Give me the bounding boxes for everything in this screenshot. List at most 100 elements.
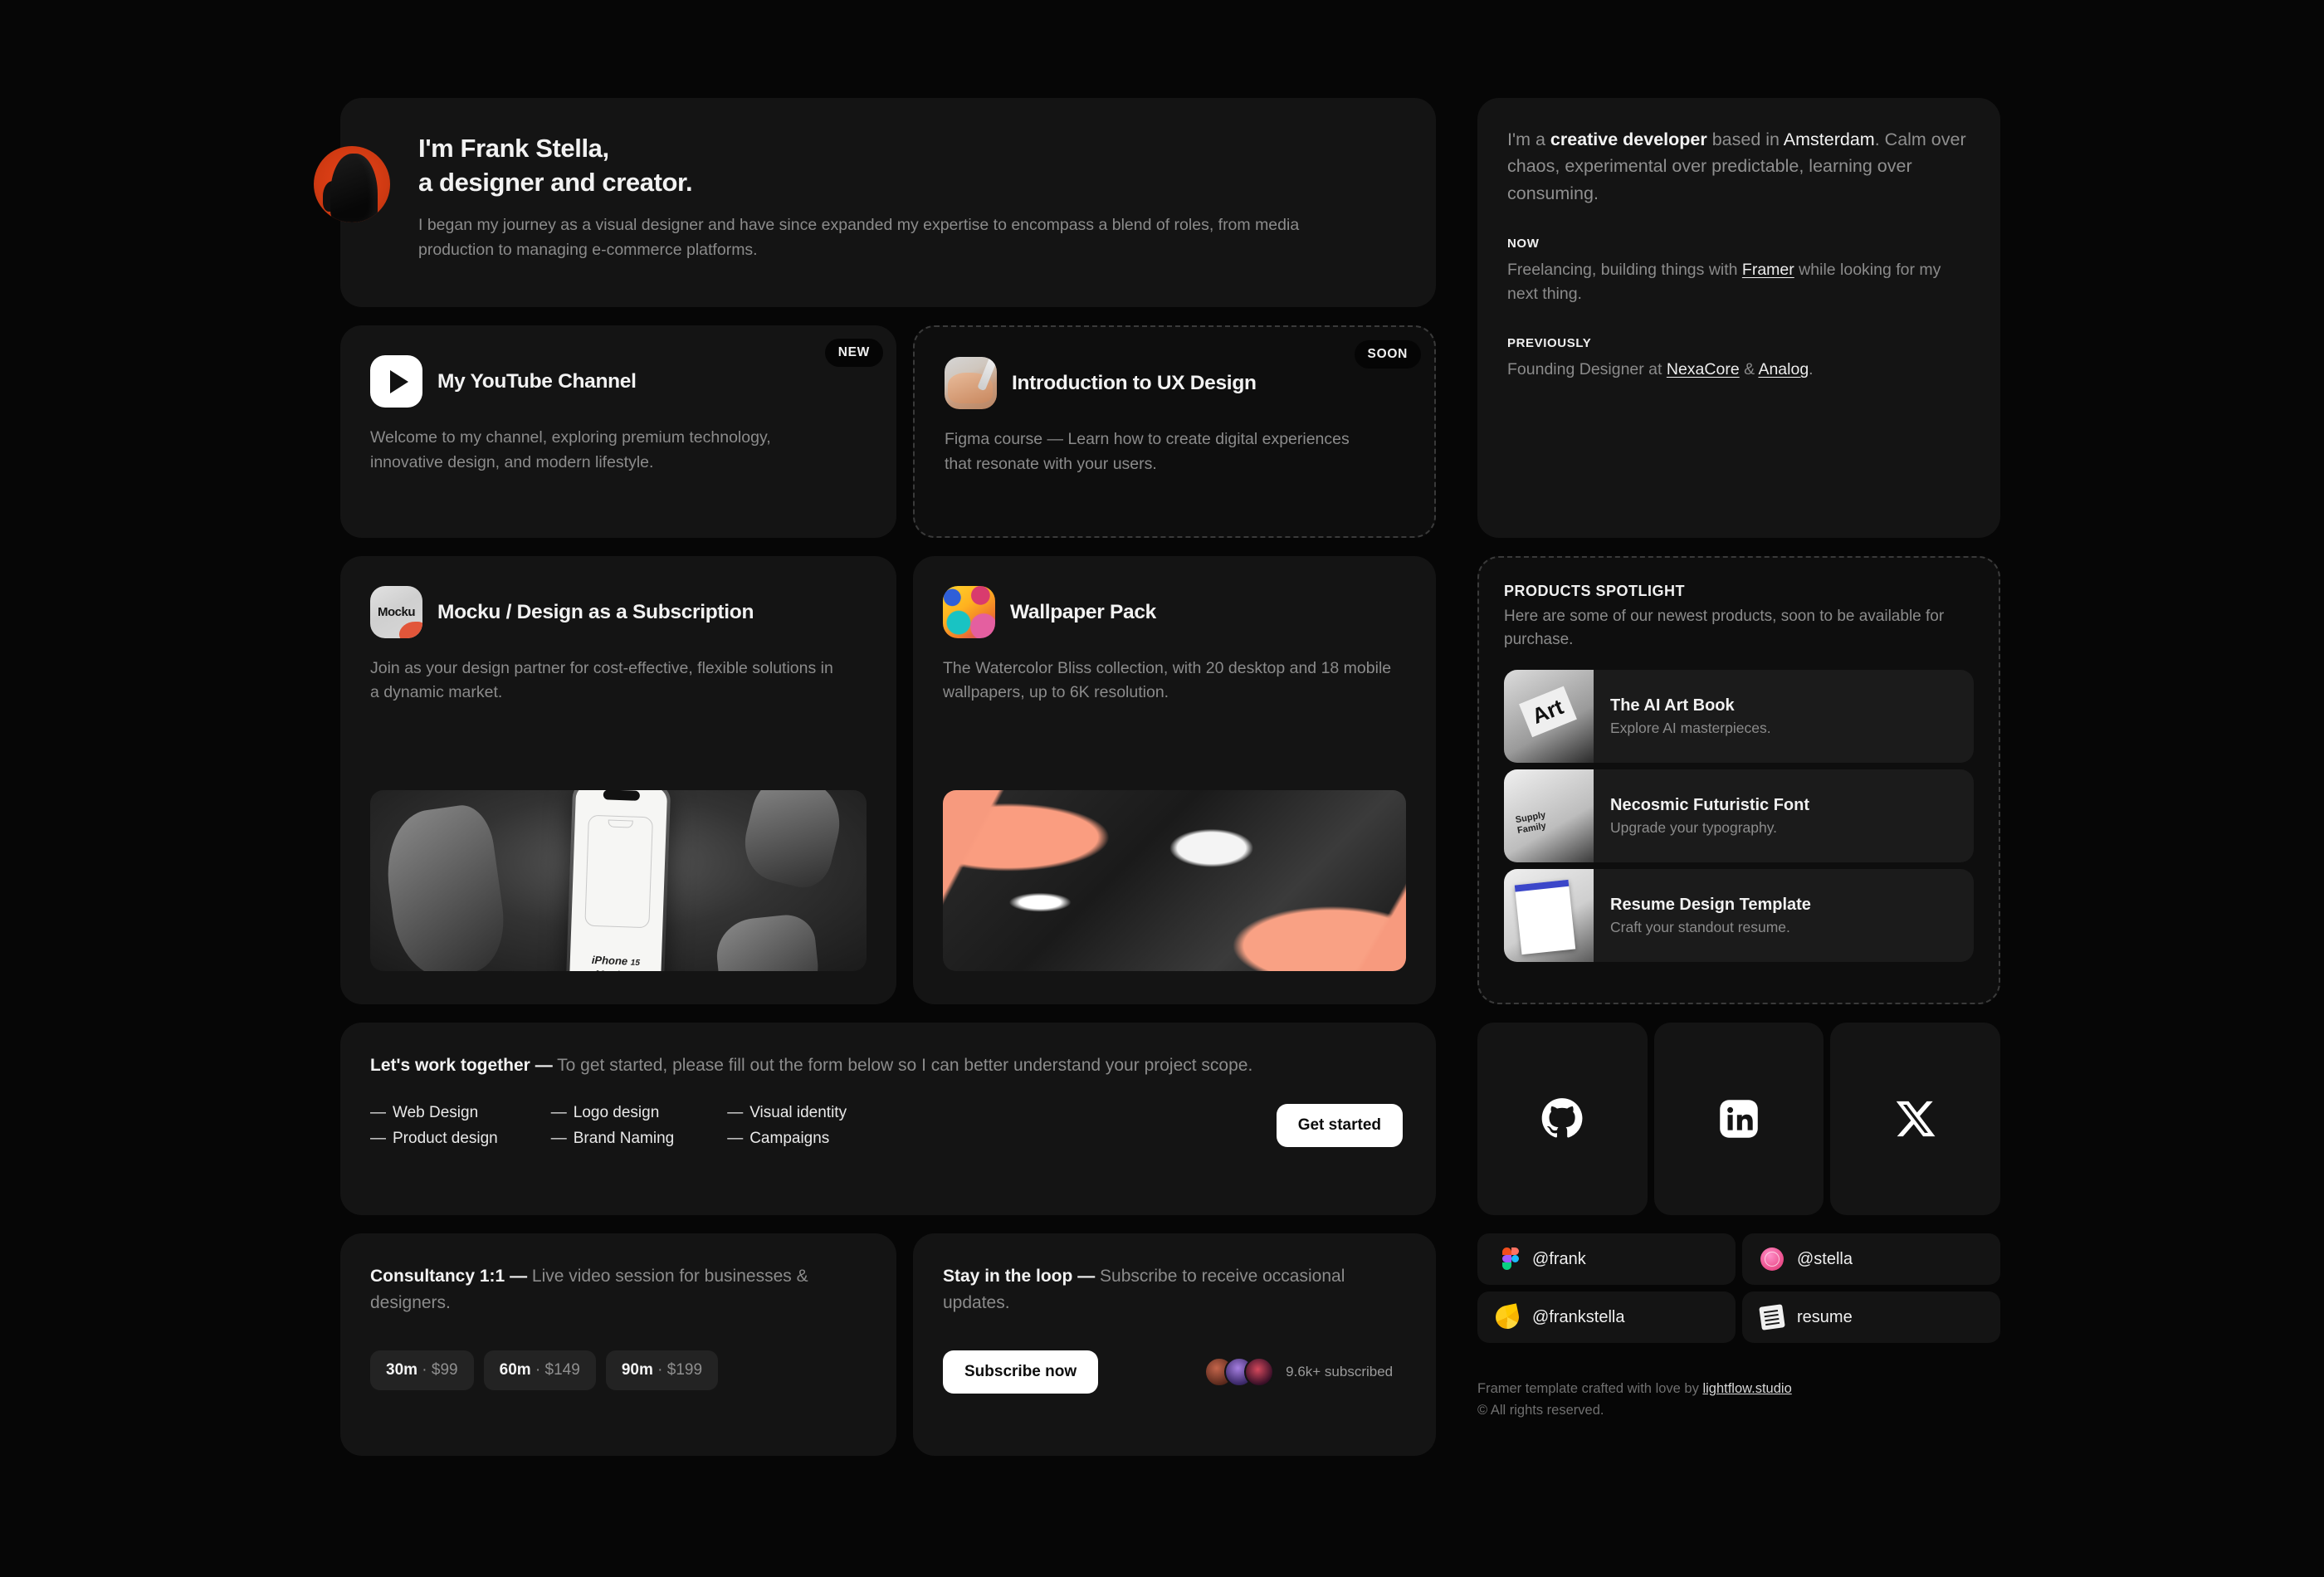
linkedin-button[interactable] [1653,1023,1824,1215]
service-label: Web Design [393,1103,479,1121]
page-title: I'm Frank Stella, a designer and creator… [418,131,1311,199]
service-label: Logo design [573,1103,660,1121]
handle-grid: @frank @stella @frankstella resume [1477,1233,2000,1343]
framer-link[interactable]: Framer [1742,261,1794,279]
about-prev-pre: Founding Designer at [1507,360,1667,379]
separator: · [652,1361,667,1379]
linkedin-icon [1720,1100,1758,1138]
handles-column: @frank @stella @frankstella resume Frame… [1477,1233,2000,1456]
newsletter-heading: Stay in the loop — Subscribe to receive … [943,1263,1406,1316]
service-item: — Product design [370,1130,498,1148]
service-item: — Brand Naming [551,1130,674,1148]
newsletter-dash: — [1077,1267,1096,1286]
wallpaper-icon [943,586,995,638]
about-now-label: NOW [1507,236,1540,251]
work-description: To get started, please fill out the form… [557,1056,1253,1075]
price-label: $149 [544,1361,580,1379]
spotlight-title: PRODUCTS SPOTLIGHT [1504,583,1686,599]
about-card: I'm a creative developer based in Amster… [1477,98,2000,538]
separator: · [530,1361,545,1379]
about-now-text: Freelancing, building things with Framer… [1507,258,1970,307]
card-header: My YouTube Channel [370,355,867,408]
github-icon [1542,1098,1583,1138]
list-item[interactable]: The AI Art Book Explore AI masterpieces. [1504,670,1974,764]
ux-design-course-card[interactable]: SOON Introduction to UX Design Figma cou… [913,325,1436,538]
resume-chip[interactable]: resume [1742,1291,2000,1343]
price-label: $199 [666,1361,703,1379]
services-column-1: — Web Design — Product design [370,1104,498,1148]
product-name: The AI Art Book [1610,696,1735,715]
analog-link[interactable]: Analog [1758,360,1809,378]
service-label: Visual identity [749,1103,847,1121]
dribbble-handle-chip[interactable]: @stella [1742,1233,2000,1285]
dash-bullet: — [550,1103,567,1121]
spotlight-list: The AI Art Book Explore AI masterpieces.… [1504,670,1974,963]
gumroad-handle-chip[interactable]: @frankstella [1477,1291,1736,1343]
handle-label: resume [1797,1307,1853,1326]
about-prev-post: . [1809,360,1814,379]
card-description: Welcome to my channel, exploring premium… [370,428,771,471]
phone-mockup: iPhone 15 Mockup [565,790,671,971]
consultancy-title: Consultancy 1:1 [370,1267,505,1286]
services-column-3: — Visual identity — Campaigns [727,1104,847,1148]
card-title: Introduction to UX Design [1012,371,1257,394]
nexacore-link[interactable]: NexaCore [1667,360,1740,378]
price-option-30m[interactable]: 30m · $99 [370,1350,474,1390]
price-option-60m[interactable]: 60m · $149 [483,1350,596,1390]
dash-bullet: — [370,1103,386,1121]
newsletter-card: Stay in the loop — Subscribe to receive … [913,1233,1436,1456]
card-header: Introduction to UX Design [945,357,1404,410]
page-root: I'm Frank Stella, a designer and creator… [0,0,2324,1577]
service-label: Product design [393,1129,498,1147]
github-button[interactable] [1477,1023,1648,1215]
list-item[interactable]: Resume Design Template Craft your stando… [1504,869,1974,963]
lightflow-link[interactable]: lightflow.studio [1702,1381,1791,1396]
card-description: Figma course — Learn how to create digit… [945,430,1350,473]
card-description: The Watercolor Bliss collection, with 20… [943,659,1392,702]
youtube-channel-card[interactable]: NEW My YouTube Channel Welcome to my cha… [340,325,896,538]
consultancy-dash: — [510,1267,528,1286]
dash-bullet: — [727,1103,744,1121]
subscribe-button[interactable]: Subscribe now [943,1350,1099,1394]
footer-rights: © All rights reserved. [1477,1403,1604,1418]
work-together-card: Let's work together — To get started, pl… [340,1023,1436,1215]
card-header: Wallpaper Pack [943,586,1406,638]
status-badge: NEW [824,339,883,368]
consultancy-card: Consultancy 1:1 — Live video session for… [340,1233,896,1456]
wallpaper-pack-card[interactable]: Wallpaper Pack The Watercolor Bliss coll… [913,556,1436,1004]
pricing-options: 30m · $99 60m · $149 90m · $199 [370,1350,867,1390]
avatar [1244,1357,1275,1387]
font-thumbnail [1504,769,1594,863]
product-description: Explore AI masterpieces. [1610,719,1771,736]
price-option-90m[interactable]: 90m · $199 [605,1350,719,1390]
work-bottom: — Web Design — Product design — Logo design… [370,1104,1403,1148]
figma-handle-chip[interactable]: @frank [1477,1233,1736,1285]
get-started-button[interactable]: Get started [1276,1104,1403,1147]
x-twitter-button[interactable] [1830,1023,2000,1215]
services-columns: — Web Design — Product design — Logo design… [370,1104,847,1148]
about-previously-text: Founding Designer at NexaCore & Analog. [1507,358,1970,382]
card-title: Wallpaper Pack [1010,600,1156,623]
service-item: — Visual identity [727,1104,847,1122]
handle-label: @stella [1797,1249,1853,1268]
document-icon [1759,1304,1785,1330]
x-twitter-icon [1896,1101,1936,1137]
about-prev-amp: & [1739,360,1759,379]
mocku-subscription-card[interactable]: Mocku Mocku / Design as a Subscription J… [340,556,896,1004]
about-role: creative developer [1550,129,1707,149]
service-label: Campaigns [749,1129,830,1147]
dash-bullet: — [550,1129,567,1147]
products-spotlight-card: PRODUCTS SPOTLIGHT Here are some of our … [1477,556,2000,1004]
writing-hand-icon [945,357,997,410]
duration-label: 30m [386,1361,418,1379]
bento-grid: I'm Frank Stella, a designer and creator… [314,98,2000,1456]
figma-icon [1496,1247,1519,1271]
hero-body: I'm Frank Stella, a designer and creator… [390,131,1311,263]
footer: Framer template crafted with love by lig… [1477,1378,2000,1422]
dash-bullet: — [727,1129,744,1147]
social-buttons [1477,1023,2000,1215]
duration-label: 60m [499,1361,531,1379]
product-description: Upgrade your typography. [1610,818,1778,836]
list-item[interactable]: Necosmic Futuristic Font Upgrade your ty… [1504,769,1974,863]
work-title: Let's work together [370,1056,530,1075]
